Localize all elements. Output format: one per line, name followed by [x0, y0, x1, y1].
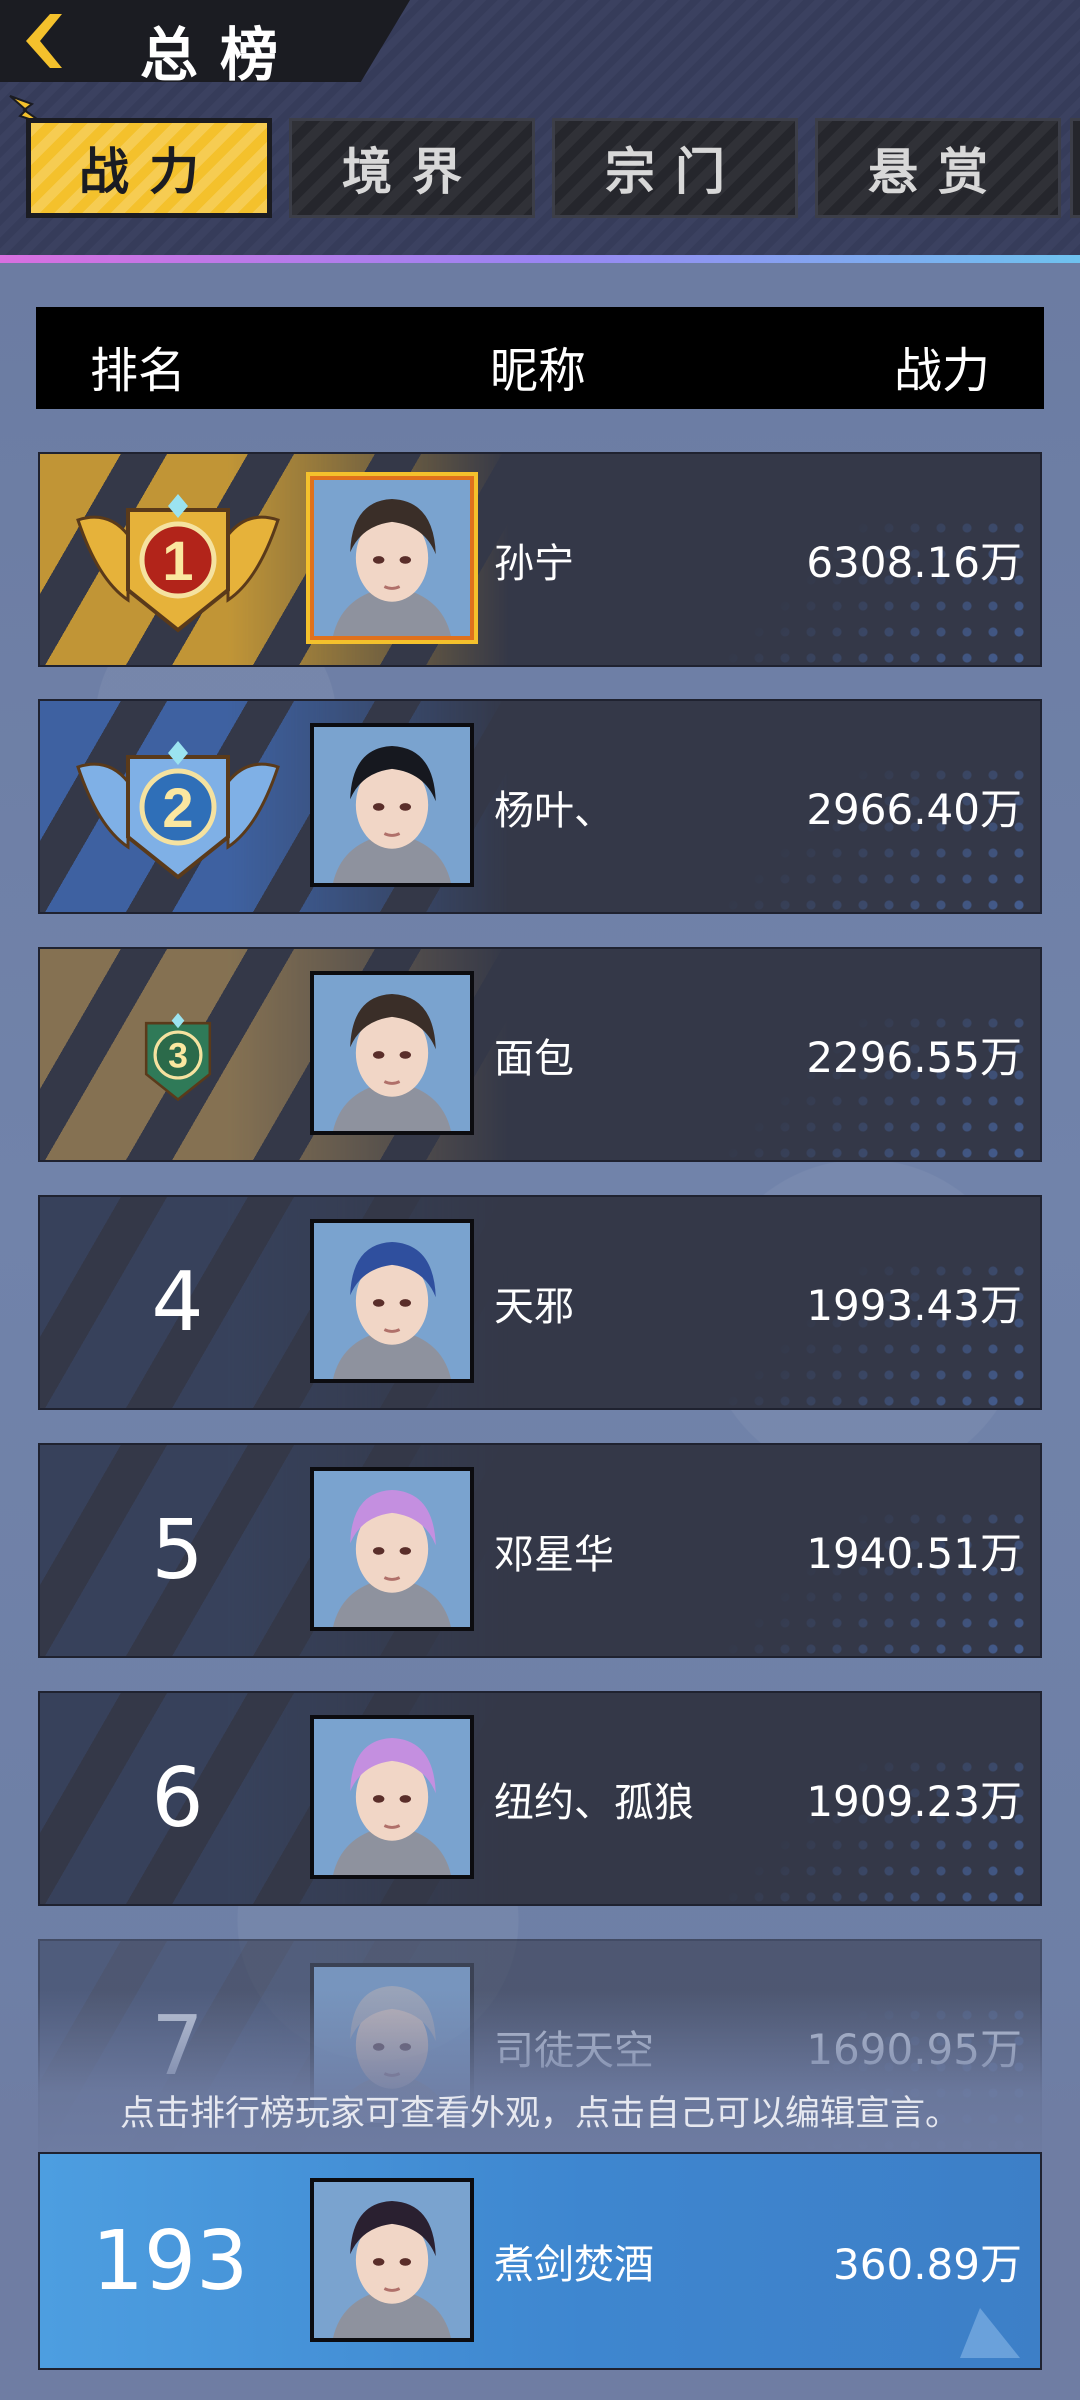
player-power: 1909.23万 — [806, 1777, 1022, 1826]
column-header: 排名 昵称 战力 — [36, 307, 1044, 409]
tab-bounty-label: 悬赏 — [868, 143, 1008, 201]
page-title: 总榜 — [140, 21, 301, 89]
player-name: 纽约、孤狼 — [494, 1779, 694, 1826]
rank-medal-icon: 3 — [40, 949, 315, 1160]
hint-text: 点击排行榜玩家可查看外观，点击自己可以编辑宣言。 — [119, 2094, 960, 2134]
tab-sect[interactable]: 宗门 — [552, 118, 798, 218]
player-avatar[interactable] — [310, 1715, 474, 1879]
self-name: 煮剑焚酒 — [494, 2242, 654, 2288]
player-name: 邓星华 — [494, 1531, 614, 1578]
svg-text:1: 1 — [162, 529, 193, 592]
player-name: 杨叶、 — [494, 787, 614, 834]
tab-sect-label: 宗门 — [605, 143, 745, 201]
table-row[interactable]: 1 孙宁 6308.16万 — [38, 452, 1042, 667]
player-power: 1940.51万 — [806, 1529, 1022, 1578]
table-row[interactable]: 2 杨叶、 2966.40万 — [38, 699, 1042, 914]
column-rank: 排名 — [90, 343, 187, 399]
self-avatar[interactable] — [310, 2178, 474, 2342]
player-avatar[interactable] — [310, 971, 474, 1135]
rank-medal-icon: 1 — [40, 454, 315, 665]
column-power: 战力 — [893, 343, 990, 399]
player-power: 6308.16万 — [806, 538, 1022, 587]
table-row[interactable]: 4 天邪 1993.43万 — [38, 1195, 1042, 1410]
column-nickname: 昵称 — [490, 343, 587, 399]
rank-number: 4 — [151, 1255, 204, 1350]
player-name: 面包 — [494, 1035, 574, 1082]
tab-power-label: 战力 — [79, 143, 219, 201]
player-avatar[interactable] — [310, 476, 474, 640]
tab-power[interactable]: 战力 — [26, 118, 272, 218]
rank-number: 5 — [151, 1503, 204, 1598]
player-avatar[interactable] — [310, 1467, 474, 1631]
self-power: 360.89万 — [833, 2239, 1022, 2289]
self-rank: 193 — [91, 2213, 249, 2309]
rank-number: 6 — [151, 1751, 204, 1846]
tab-realm-label: 境界 — [342, 143, 482, 201]
tab-overflow — [1070, 118, 1080, 218]
player-power: 1993.43万 — [806, 1281, 1022, 1330]
top-bar: 总榜 战力 境界 宗门 悬赏 — [0, 0, 1080, 262]
back-chevron-icon[interactable] — [10, 10, 72, 72]
player-power: 2296.55万 — [806, 1033, 1022, 1082]
player-name: 天邪 — [494, 1283, 574, 1330]
rank-medal-icon: 2 — [40, 701, 315, 912]
player-avatar[interactable] — [310, 1219, 474, 1383]
player-power: 2966.40万 — [806, 785, 1022, 834]
table-row[interactable]: 5 邓星华 1940.51万 — [38, 1443, 1042, 1658]
svg-text:2: 2 — [162, 776, 193, 839]
player-name: 孙宁 — [494, 540, 574, 587]
header-divider — [0, 255, 1080, 263]
player-avatar[interactable] — [310, 723, 474, 887]
tab-realm[interactable]: 境界 — [289, 118, 535, 218]
self-row[interactable]: 193 煮剑焚酒 360.89万 — [38, 2152, 1042, 2370]
table-row[interactable]: 6 纽约、孤狼 1909.23万 — [38, 1691, 1042, 1906]
title-bar: 总榜 — [0, 0, 410, 82]
table-row[interactable]: 3 面包 2296.55万 — [38, 947, 1042, 1162]
tab-bounty[interactable]: 悬赏 — [815, 118, 1061, 218]
tab-bar: 战力 境界 宗门 悬赏 — [0, 95, 1080, 222]
svg-text:3: 3 — [168, 1035, 188, 1075]
